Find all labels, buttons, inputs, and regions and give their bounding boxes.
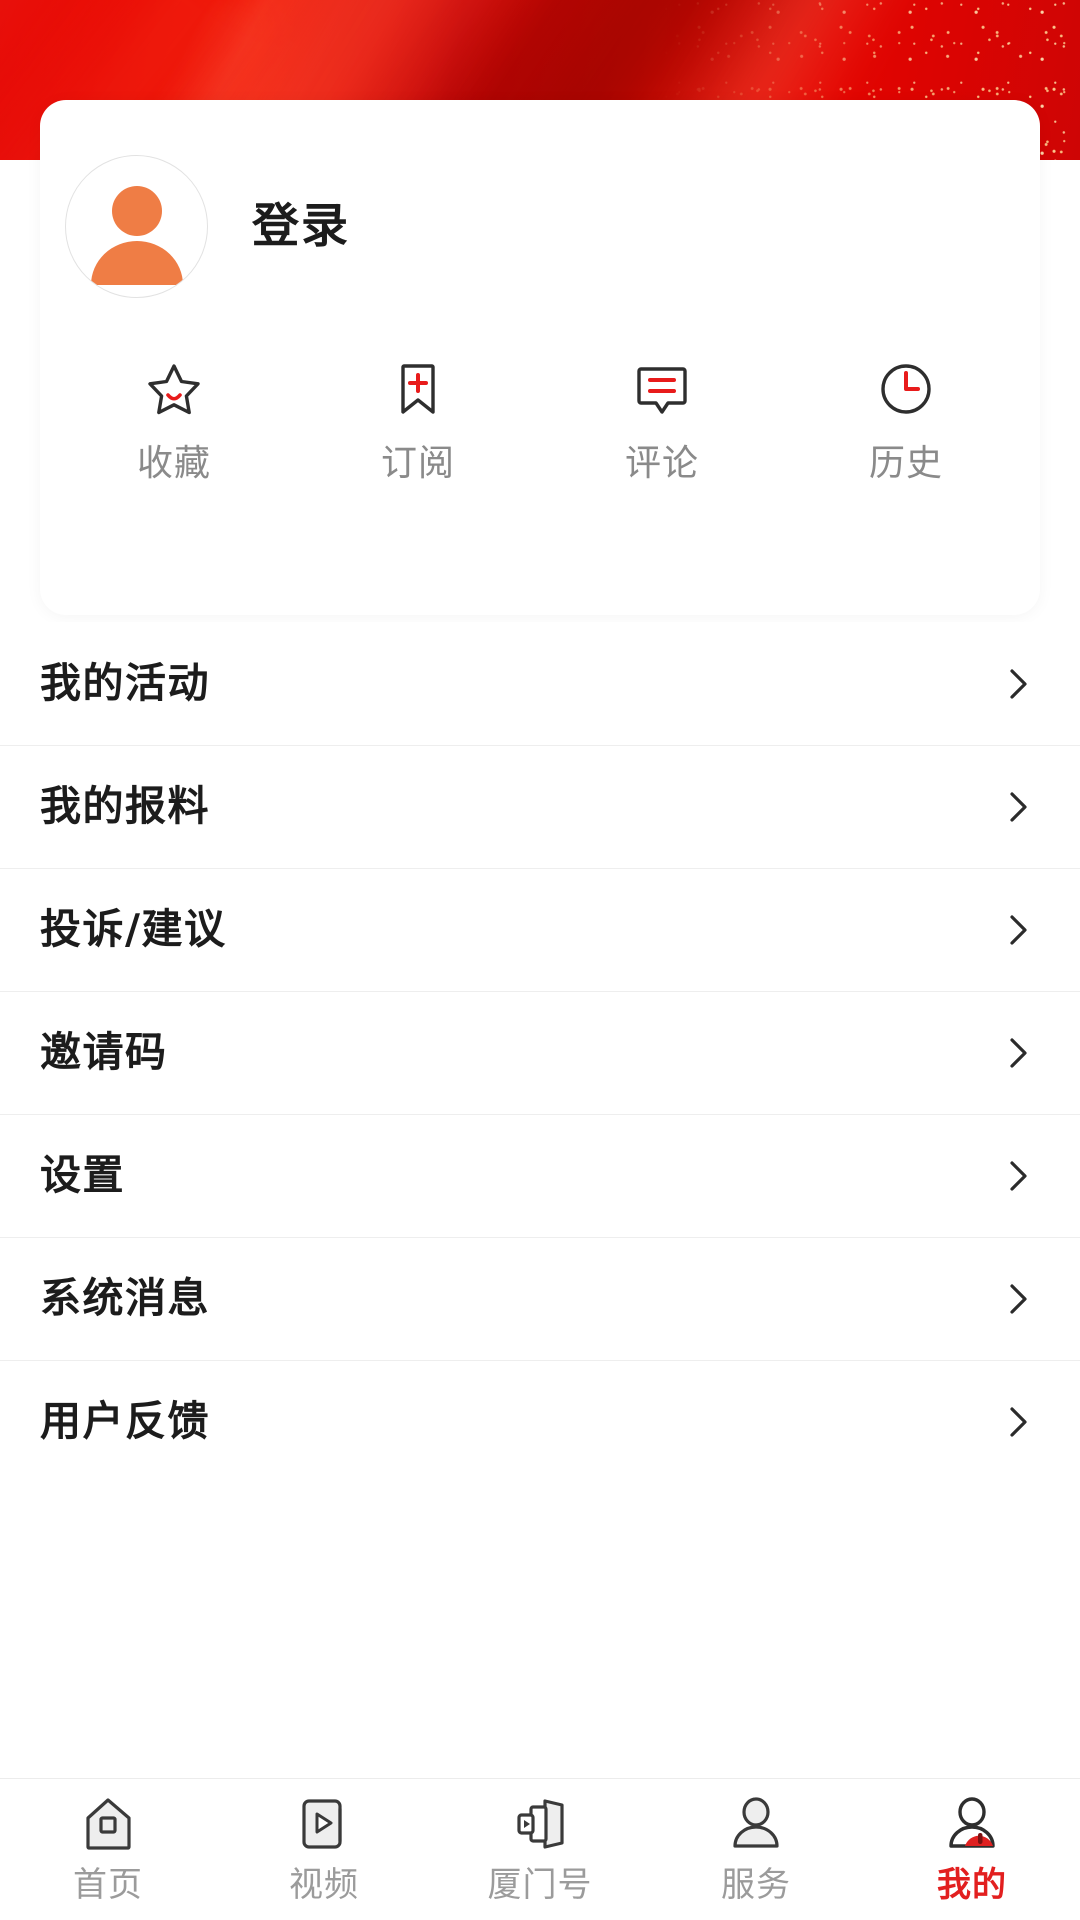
profile-login-row[interactable]: 登录 — [40, 100, 1040, 298]
chevron-right-icon — [996, 1031, 1040, 1075]
tab-home[interactable]: 首页 — [0, 1793, 216, 1902]
chevron-right-icon — [996, 1400, 1040, 1444]
menu-item-user-feedback[interactable]: 用户反馈 — [0, 1360, 1080, 1483]
menu-item-label: 用户反馈 — [40, 1397, 210, 1445]
home-icon — [77, 1793, 139, 1855]
tab-services[interactable]: 服务 — [648, 1793, 864, 1902]
app-screen: 登录 收藏 订阅 评论 历史 我的活动 我的报料 投诉/建议 邀请码 设置 系统… — [0, 0, 1080, 1920]
menu-item-label: 投诉/建议 — [40, 905, 227, 953]
menu-item-label: 设置 — [40, 1151, 125, 1199]
chevron-right-icon — [996, 1154, 1040, 1198]
chevron-right-icon — [996, 908, 1040, 952]
menu-item-my-reports[interactable]: 我的报料 — [0, 745, 1080, 868]
clock-history-icon — [875, 358, 937, 420]
chevron-right-icon — [996, 785, 1040, 829]
star-smile-icon — [143, 358, 205, 420]
tab-video[interactable]: 视频 — [216, 1793, 432, 1902]
menu-item-system-messages[interactable]: 系统消息 — [0, 1237, 1080, 1360]
menu-item-my-activities[interactable]: 我的活动 — [0, 622, 1080, 745]
menu-item-label: 系统消息 — [40, 1274, 210, 1322]
tab-label: 视频 — [289, 1865, 359, 1905]
user-avatar-placeholder-icon — [71, 161, 203, 293]
comment-lines-icon — [631, 358, 693, 420]
tab-mine[interactable]: 我的 — [864, 1793, 1080, 1902]
video-play-icon — [293, 1793, 355, 1855]
quick-action-comments[interactable]: 评论 — [540, 358, 784, 482]
channel-screens-icon — [509, 1793, 571, 1855]
tab-xiamen-hao[interactable]: 厦门号 — [432, 1793, 648, 1902]
quick-action-label: 历史 — [868, 443, 943, 484]
menu-item-label: 邀请码 — [40, 1028, 168, 1076]
person-mine-icon — [941, 1793, 1003, 1855]
quick-action-label: 收藏 — [136, 443, 211, 484]
menu-item-label: 我的活动 — [40, 659, 210, 707]
settings-menu-list: 我的活动 我的报料 投诉/建议 邀请码 设置 系统消息 用户反馈 — [0, 622, 1080, 1483]
tab-label: 服务 — [721, 1865, 791, 1905]
quick-action-subscribe[interactable]: 订阅 — [296, 358, 540, 482]
menu-item-settings[interactable]: 设置 — [0, 1114, 1080, 1237]
chevron-right-icon — [996, 1277, 1040, 1321]
menu-item-invite-code[interactable]: 邀请码 — [0, 991, 1080, 1114]
quick-action-label: 订阅 — [380, 443, 455, 484]
quick-actions-row: 收藏 订阅 评论 历史 — [40, 358, 1040, 482]
bottom-tab-bar: 首页 视频 厦门号 服务 我的 — [0, 1778, 1080, 1920]
menu-item-label: 我的报料 — [40, 782, 210, 830]
quick-action-history[interactable]: 历史 — [784, 358, 1028, 482]
login-label[interactable]: 登录 — [252, 203, 350, 250]
avatar[interactable] — [65, 155, 208, 298]
bookmark-plus-icon — [387, 358, 449, 420]
chevron-right-icon — [996, 662, 1040, 706]
menu-item-complaints-suggestions[interactable]: 投诉/建议 — [0, 868, 1080, 991]
person-service-icon — [725, 1793, 787, 1855]
tab-label: 厦门号 — [487, 1865, 593, 1905]
profile-card: 登录 收藏 订阅 评论 历史 — [40, 100, 1040, 615]
quick-action-label: 评论 — [624, 443, 699, 484]
tab-label: 我的 — [937, 1865, 1007, 1905]
tab-label: 首页 — [73, 1865, 143, 1905]
quick-action-favorites[interactable]: 收藏 — [52, 358, 296, 482]
